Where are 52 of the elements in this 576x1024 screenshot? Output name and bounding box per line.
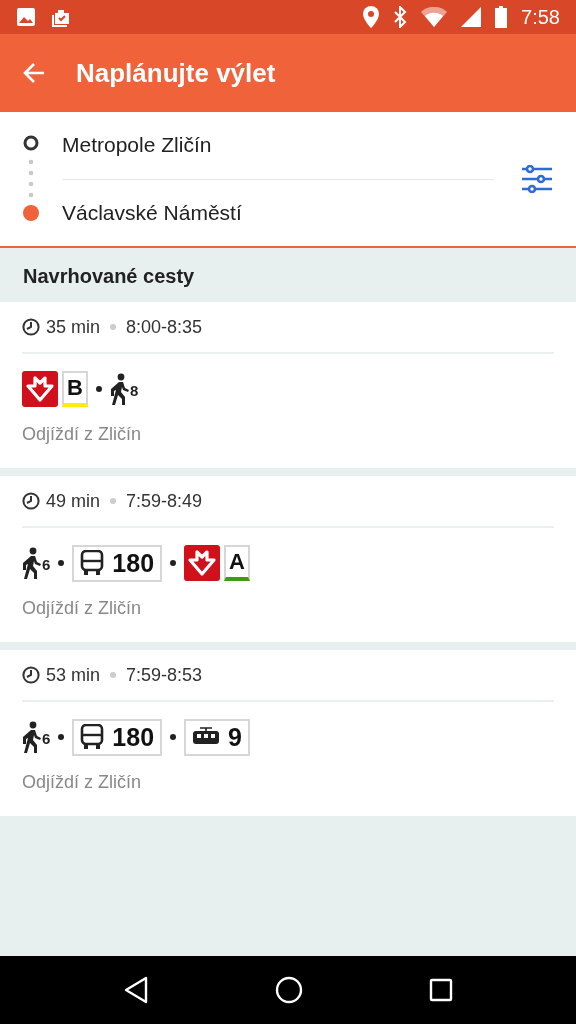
trip-time-range: 7:59-8:53 bbox=[126, 664, 203, 686]
bluetooth-icon bbox=[393, 6, 408, 28]
separator-dot bbox=[58, 734, 65, 740]
metro-icon bbox=[22, 371, 58, 407]
trip-time-range: 7:59-8:49 bbox=[126, 490, 203, 512]
tram-icon bbox=[192, 727, 221, 747]
home-circle-icon bbox=[275, 976, 303, 1004]
separator-dot bbox=[170, 734, 177, 740]
walking-person-icon bbox=[22, 547, 42, 579]
wifi-icon bbox=[421, 7, 448, 27]
clock-time: 7:58 bbox=[521, 5, 560, 29]
separator-dot bbox=[96, 386, 102, 392]
bus-line-badge: 180 bbox=[72, 544, 163, 582]
back-triangle-icon bbox=[123, 976, 149, 1004]
trip-duration: 35 min bbox=[46, 316, 101, 338]
sliders-icon bbox=[522, 165, 552, 193]
image-icon bbox=[16, 7, 36, 27]
screen-title: Naplánujte výlet bbox=[76, 57, 276, 89]
walk-minutes: 8 bbox=[130, 382, 139, 399]
walk-minutes: 6 bbox=[42, 556, 51, 573]
bus-icon bbox=[80, 550, 105, 576]
separator-dot bbox=[170, 560, 177, 566]
tram-line-badge: 9 bbox=[184, 718, 250, 756]
walk-minutes: 6 bbox=[42, 730, 51, 747]
battery-icon bbox=[495, 6, 508, 28]
separator-dot bbox=[110, 672, 117, 678]
trip-time-range: 8:00-8:35 bbox=[126, 316, 203, 338]
back-arrow-icon bbox=[22, 61, 46, 85]
departure-stop: Odjíždí z Zličín bbox=[22, 424, 143, 446]
destination-field[interactable]: Václavské Náměstí bbox=[62, 179, 494, 247]
metro-line-badge: B bbox=[62, 371, 88, 407]
trip-duration: 49 min bbox=[46, 490, 101, 512]
signal-icon bbox=[461, 7, 482, 27]
clock-icon bbox=[22, 492, 40, 510]
bus-icon bbox=[80, 724, 105, 750]
departure-stop: Odjíždí z Zličín bbox=[22, 598, 143, 620]
origin-field[interactable]: Metropole Zličín bbox=[62, 111, 494, 180]
separator-dot bbox=[110, 498, 117, 504]
section-heading: Navrhované cesty bbox=[23, 264, 195, 288]
departure-stop: Odjíždí z Zličín bbox=[22, 772, 143, 794]
recents-square-icon bbox=[429, 978, 453, 1002]
walking-person-icon bbox=[22, 721, 42, 753]
location-icon bbox=[363, 6, 380, 28]
separator-dot bbox=[58, 560, 65, 566]
clock-icon bbox=[22, 666, 40, 684]
clock-icon bbox=[22, 318, 40, 336]
bus-line-badge: 180 bbox=[72, 718, 163, 756]
walking-person-icon bbox=[110, 373, 130, 405]
trip-duration: 53 min bbox=[46, 664, 101, 686]
separator-dot bbox=[110, 324, 117, 330]
metro-icon bbox=[184, 545, 221, 581]
metro-line-badge: A bbox=[224, 545, 251, 581]
